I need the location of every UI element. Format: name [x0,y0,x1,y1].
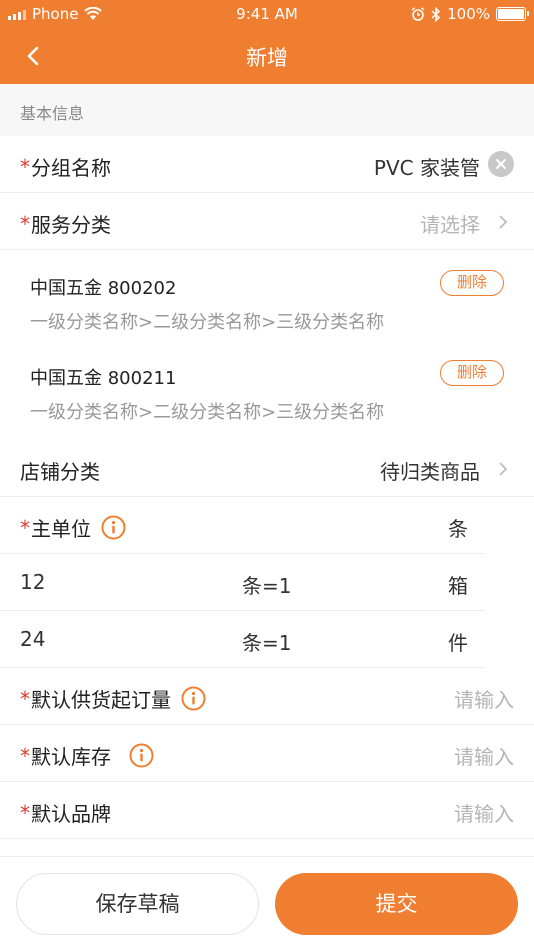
required-mark: * [20,211,30,236]
required-mark: * [20,743,30,768]
required-mark: * [20,515,30,540]
stock-label-wrap: * 默认库存 [20,741,154,770]
group-name-value[interactable]: PVC 家装管 [374,152,480,181]
brand-input[interactable]: 请输入 [454,798,514,827]
brand-label: 默认品牌 [31,802,111,826]
bottom-action-bar: 保存草稿 提交 [0,856,534,950]
unit-conversion-row[interactable]: 12 条=1 箱 [0,554,484,611]
conversion-qty[interactable]: 12 [20,570,45,594]
required-mark: * [20,154,30,179]
conversion-unit[interactable]: 箱 [448,570,468,599]
main-unit-label-wrap: * 主单位 [20,513,126,542]
info-icon[interactable] [129,743,154,768]
group-name-row[interactable]: * 分组名称 PVC 家装管 [0,136,534,193]
status-bar: Phone 9:41 AM 100% [0,0,534,28]
service-category-placeholder: 请选择 [420,213,480,237]
delete-button[interactable]: 删除 [440,360,504,386]
section-title: 基本信息 [20,104,85,123]
category-code: 中国五金 800202 [30,278,177,299]
chevron-right-icon [499,462,508,476]
alarm-icon [411,7,425,21]
service-category-row[interactable]: * 服务分类 请选择 [0,193,534,250]
category-item: 中国五金 800211 一级分类名称>二级分类名称>三级分类名称 删除 [0,340,534,430]
info-icon[interactable] [181,686,206,711]
main-unit-value[interactable]: 条 [448,513,468,542]
status-right: 100% [411,5,529,23]
save-draft-button[interactable]: 保存草稿 [16,873,259,935]
required-mark: * [20,686,30,711]
chevron-right-icon [499,215,508,229]
stock-row[interactable]: * 默认库存 请输入 [0,725,534,782]
nav-bar: 新增 [0,28,534,84]
delete-button[interactable]: 删除 [440,270,504,296]
page-title: 新增 [246,46,288,70]
section-header: 基本信息 [0,84,534,136]
bluetooth-icon [431,6,441,22]
submit-button[interactable]: 提交 [275,873,518,935]
brand-label-wrap: * 默认品牌 [20,798,111,827]
category-path: 一级分类名称>二级分类名称>三级分类名称 [30,312,385,333]
store-category-row[interactable]: 店铺分类 待归类商品 [0,440,534,497]
store-category-value: 待归类商品 [380,460,480,484]
info-icon[interactable] [101,515,126,540]
group-name-label: 分组名称 [31,156,111,180]
stock-label: 默认库存 [31,745,111,769]
group-name-label-wrap: * 分组名称 [20,152,111,181]
brand-row[interactable]: * 默认品牌 请输入 [0,782,534,839]
required-mark: * [20,800,30,825]
min-order-qty-input[interactable]: 请输入 [454,684,514,713]
min-order-qty-label: 默认供货起订量 [31,688,171,712]
main-unit-row[interactable]: * 主单位 条 [0,497,484,554]
conversion-equals: 条=1 [242,574,292,598]
category-item: 中国五金 800202 一级分类名称>二级分类名称>三级分类名称 删除 [0,250,534,340]
unit-conversion-row[interactable]: 24 条=1 件 [0,611,484,668]
conversion-qty[interactable]: 24 [20,627,45,651]
service-category-label: 服务分类 [31,213,111,237]
service-category-label-wrap: * 服务分类 [20,209,111,238]
category-path: 一级分类名称>二级分类名称>三级分类名称 [30,402,385,423]
battery-percent: 100% [447,5,490,23]
store-category-label: 店铺分类 [20,460,100,484]
main-unit-label: 主单位 [31,517,91,541]
category-code: 中国五金 800211 [30,368,177,389]
min-order-qty-label-wrap: * 默认供货起订量 [20,684,206,713]
stock-input[interactable]: 请输入 [454,741,514,770]
clear-icon[interactable] [488,151,514,177]
min-order-qty-row[interactable]: * 默认供货起订量 请输入 [0,668,534,725]
conversion-unit[interactable]: 件 [448,627,468,656]
battery-icon [496,7,529,21]
conversion-equals: 条=1 [242,631,292,655]
